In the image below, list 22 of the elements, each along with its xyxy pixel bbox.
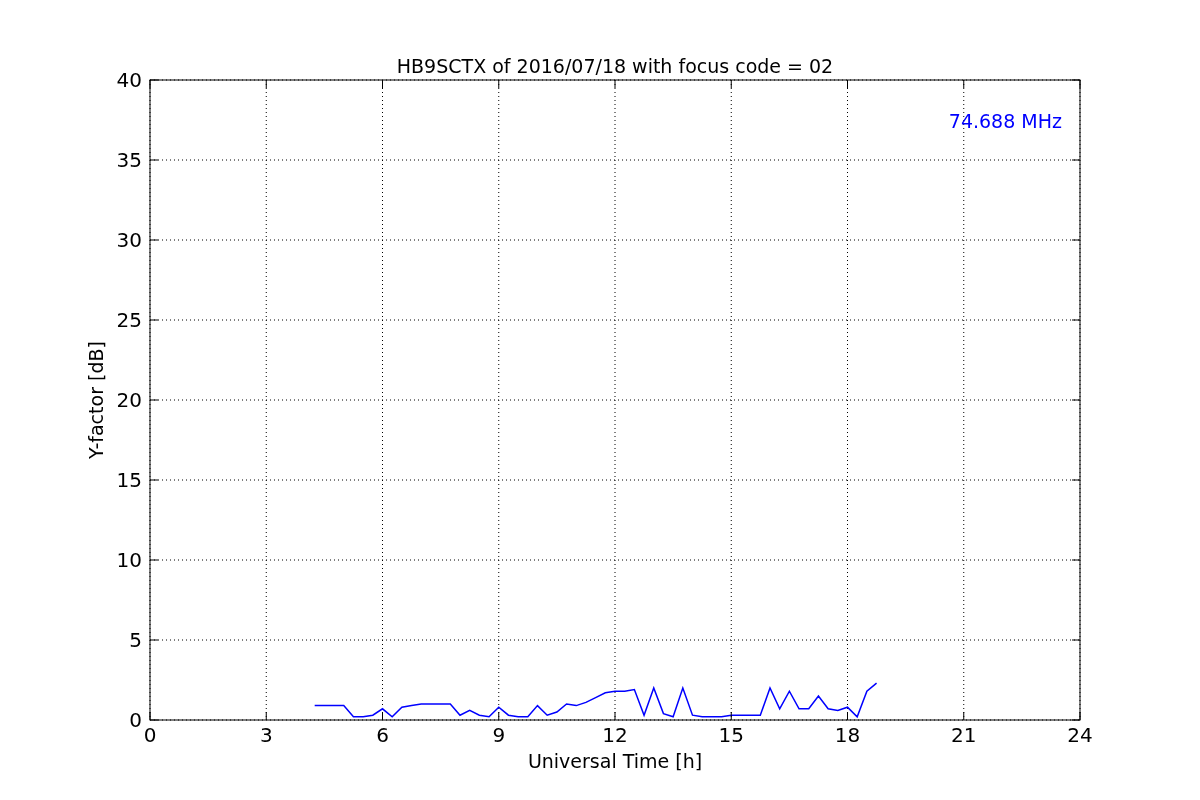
y-tick-label: 25	[116, 308, 142, 332]
y-axis-title: Y-factor [dB]	[85, 341, 107, 459]
x-tick-label: 6	[376, 723, 389, 747]
x-tick-label: 21	[951, 723, 977, 747]
x-tick-label: 12	[602, 723, 628, 747]
y-tick-label: 35	[116, 148, 142, 172]
y-tick-label: 40	[116, 68, 142, 92]
y-tick-label: 10	[116, 548, 142, 572]
y-tick-label: 15	[116, 468, 142, 492]
x-tick-label: 9	[492, 723, 506, 747]
x-tick-label: 3	[259, 723, 273, 747]
y-tick-label: 5	[129, 628, 142, 652]
x-tick-label: 0	[143, 723, 157, 747]
x-tick-label: 18	[834, 723, 861, 747]
y-tick-label: 20	[116, 388, 142, 412]
y-tick-label: 0	[129, 708, 142, 732]
chart-title: HB9SCTX of 2016/07/18 with focus code = 02	[396, 55, 834, 77]
x-tick-label: 15	[718, 723, 744, 747]
x-axis-title: Universal Time [h]	[527, 750, 703, 772]
series-label: 74.688 MHz	[948, 110, 1062, 132]
x-tick-label: 24	[1067, 723, 1093, 747]
y-tick-label: 30	[116, 228, 142, 252]
